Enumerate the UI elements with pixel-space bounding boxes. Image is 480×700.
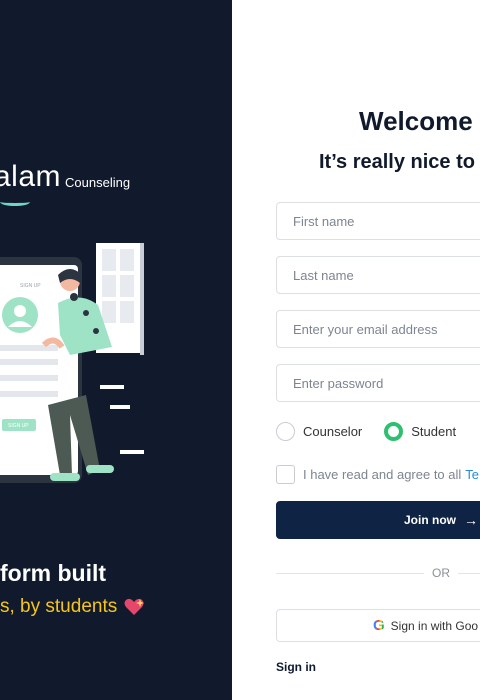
tagline-line-2-text: s, by students [0, 596, 118, 617]
or-divider: OR [276, 566, 480, 580]
google-signin-button[interactable]: G Sign in with Goo [276, 609, 480, 642]
sparkling-heart-icon [124, 598, 145, 615]
logo-subtext: Counseling [65, 175, 131, 190]
form-title: Welcome [359, 106, 473, 136]
join-now-button[interactable]: Join now → [276, 501, 480, 539]
student-radio-label[interactable]: Student [411, 424, 456, 439]
terms-link[interactable]: Te [465, 467, 479, 482]
role-selector: Counselor Student [276, 422, 478, 441]
signup-illustration: SIGN UP SIGN UP [0, 243, 144, 483]
first-name-input[interactable] [277, 203, 480, 239]
agree-checkbox[interactable] [276, 465, 295, 484]
counselor-radio[interactable] [276, 422, 295, 441]
signup-form-panel: Welcome It’s really nice to Counselor St… [232, 0, 480, 700]
phone-button-label: SIGN UP [8, 423, 29, 429]
password-input[interactable] [277, 365, 480, 401]
logo-swoosh-icon [0, 198, 30, 206]
last-name-input[interactable] [277, 257, 480, 293]
agree-text: I have read and agree to all [303, 467, 462, 482]
arrow-right-icon: → [464, 512, 478, 528]
google-signin-label: Sign in with Goo [390, 618, 479, 633]
or-divider-line-right [458, 572, 480, 574]
terms-agreement: I have read and agree to all Te [276, 465, 479, 484]
password-field-wrapper [276, 364, 480, 402]
join-now-label: Join now [404, 513, 456, 527]
first-name-field-wrapper [276, 202, 480, 240]
google-icon: G [373, 617, 385, 634]
email-input[interactable] [277, 311, 480, 347]
tagline-line-1: form built [0, 560, 107, 586]
signin-link[interactable]: Sign in [276, 660, 316, 674]
tagline-line-2: s, by students [0, 596, 145, 618]
or-label: OR [432, 566, 450, 580]
counselor-radio-label[interactable]: Counselor [303, 424, 362, 439]
last-name-field-wrapper [276, 256, 480, 294]
email-field-wrapper [276, 310, 480, 348]
brand-logo: alam Counseling [0, 160, 130, 194]
left-panel: alam Counseling SIGN UP SIGN UP form bui… [0, 0, 232, 700]
form-subtitle: It’s really nice to [319, 151, 475, 173]
phone-header: SIGN UP [20, 283, 41, 289]
logo-text: alam [0, 160, 62, 193]
or-divider-line-left [276, 572, 424, 574]
student-radio[interactable] [384, 422, 404, 441]
